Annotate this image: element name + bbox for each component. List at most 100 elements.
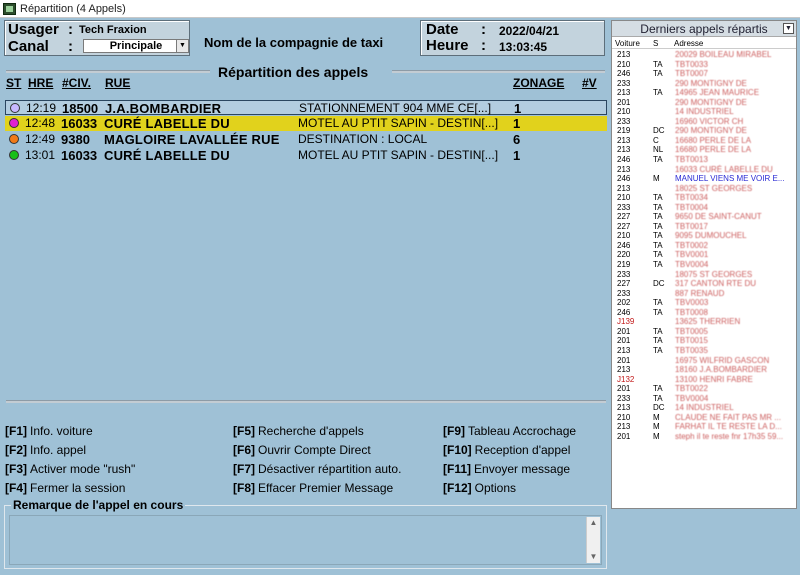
remark-textarea[interactable]: ▲ ▼ [9, 515, 602, 565]
col-header-adresse[interactable]: Adresse [674, 38, 703, 49]
fkey-f4[interactable]: [F4] Fermer la session [5, 481, 125, 495]
recent-dispatch-car: 201 [617, 336, 631, 346]
recent-dispatch-row[interactable]: 233 TA TBV0004 [612, 394, 796, 404]
recent-dispatch-row[interactable]: 213 TA 14965 JEAN MAURICE [612, 88, 796, 98]
fkey-f7[interactable]: [F7] Désactiver répartition auto. [233, 462, 401, 476]
recent-dispatch-address: TBT0033 [675, 59, 708, 69]
recent-dispatch-row[interactable]: 246 TA TBT0007 [612, 69, 796, 79]
col-header-v[interactable]: #V [582, 76, 597, 90]
fkey-code: [F4] [5, 481, 27, 495]
col-header-voiture[interactable]: Voiture [615, 38, 640, 49]
recent-dispatch-status: TA [653, 202, 663, 212]
recent-dispatch-row[interactable]: 246 TA TBT0002 [612, 241, 796, 251]
recent-dispatch-row[interactable]: 201 TA TBT0015 [612, 336, 796, 346]
recent-dispatch-row[interactable]: 201 16975 WILFRID GASCON [612, 356, 796, 366]
fkey-f2[interactable]: [F2] Info. appel [5, 443, 86, 457]
recent-dispatch-address: TBV0004 [675, 393, 709, 403]
recent-dispatch-row[interactable]: J139 13625 THERRIEN [612, 317, 796, 327]
recent-dispatch-row[interactable]: 210 14 INDUSTRIEL [612, 107, 796, 117]
call-civic: 16033 [61, 148, 98, 163]
heure-label: Heure [426, 37, 469, 54]
recent-dispatch-address: TBT0008 [675, 307, 708, 317]
recent-dispatch-row[interactable]: 233 18075 ST GEORGES [612, 270, 796, 280]
recent-dispatch-status: M [653, 174, 660, 184]
recent-dispatch-row[interactable]: 213 20029 BOILEAU MIRABEL [612, 50, 796, 60]
recent-dispatch-address: TBT0022 [675, 384, 708, 394]
recent-dispatch-row[interactable]: 246 TA TBT0013 [612, 155, 796, 165]
window-title-bar[interactable]: Répartition (4 Appels) [0, 0, 800, 18]
recent-dispatch-row[interactable]: 210 TA TBT0034 [612, 193, 796, 203]
fkey-code: [F1] [5, 424, 27, 438]
recent-dispatch-row[interactable]: 220 TA TBV0001 [612, 250, 796, 260]
recent-dispatch-car: 220 [617, 250, 631, 260]
fkey-f6[interactable]: [F6] Ouvrir Compte Direct [233, 443, 371, 457]
recent-dispatch-row[interactable]: 213 18025 ST GEORGES [612, 184, 796, 194]
scroll-track[interactable] [587, 529, 600, 551]
recent-dispatch-address: TBT0035 [675, 345, 708, 355]
chevron-down-icon[interactable]: ▼ [783, 23, 794, 34]
recent-dispatch-row[interactable]: 213 NL 16680 PERLE DE LA [612, 145, 796, 155]
recent-dispatch-car: 246 [617, 155, 631, 165]
call-row[interactable]: 12:48 16033 CURÉ LABELLE DU MOTEL AU PTI… [5, 116, 607, 131]
recent-dispatch-row[interactable]: 227 DC 317 CANTON RTE DU [612, 279, 796, 289]
recent-dispatch-row[interactable]: 213 16033 CURÉ LABELLE DU [612, 165, 796, 175]
call-row[interactable]: 12:19 18500 J.A.BOMBARDIER STATIONNEMENT… [5, 100, 607, 116]
recent-dispatch-row[interactable]: J132 13100 HENRI FABRE [612, 375, 796, 385]
recent-dispatch-row[interactable]: 202 TA TBV0003 [612, 298, 796, 308]
recent-dispatch-address: FARHAT IL TE RESTE LA D... [675, 422, 782, 432]
recent-dispatch-row[interactable]: 201 290 MONTIGNY DE [612, 98, 796, 108]
recent-dispatch-row[interactable]: 213 DC 14 INDUSTRIEL [612, 403, 796, 413]
recent-dispatch-row[interactable]: 227 TA TBT0017 [612, 222, 796, 232]
fkey-f12[interactable]: [F12] Options [443, 481, 516, 495]
col-header-zonage[interactable]: ZONAGE [513, 76, 564, 90]
recent-dispatch-row[interactable]: 210 TA 9095 DUMOUCHEL [612, 231, 796, 241]
fkey-f11[interactable]: [F11] Envoyer message [443, 462, 570, 476]
fkey-f5[interactable]: [F5] Recherche d'appels [233, 424, 364, 438]
recent-dispatches-dropdown[interactable]: Derniers appels répartis ▼ [612, 21, 796, 37]
fkey-f1[interactable]: [F1] Info. voiture [5, 424, 93, 438]
scroll-up-icon[interactable]: ▲ [587, 517, 600, 529]
recent-dispatch-car: 201 [617, 326, 631, 336]
col-header-rue[interactable]: RUE [105, 76, 130, 90]
recent-dispatch-row[interactable]: 213 M FARHAT IL TE RESTE LA D... [612, 422, 796, 432]
recent-dispatch-row[interactable]: 233 887 RENAUD [612, 289, 796, 299]
fkey-f10[interactable]: [F10] Reception d'appel [443, 443, 570, 457]
call-row[interactable]: 12:49 9380 MAGLOIRE LAVALLÉE RUE DESTINA… [5, 132, 607, 147]
canal-select[interactable]: Principale ▼ [83, 39, 189, 53]
recent-dispatch-row[interactable]: 213 18160 J.A.BOMBARDIER [612, 365, 796, 375]
fkey-label: Activer mode "rush" [30, 462, 136, 476]
call-civic: 18500 [62, 101, 99, 116]
recent-dispatch-row[interactable]: 201 TA TBT0005 [612, 327, 796, 337]
fkey-label: Effacer Premier Message [258, 481, 394, 495]
fkey-f9[interactable]: [F9] Tableau Accrochage [443, 424, 576, 438]
recent-dispatch-row[interactable]: 213 TA TBT0035 [612, 346, 796, 356]
recent-dispatch-row[interactable]: 201 TA TBT0022 [612, 384, 796, 394]
recent-dispatch-row[interactable]: 246 M MANUEL VIENS ME VOIR E... [612, 174, 796, 184]
recent-dispatch-row[interactable]: 233 290 MONTIGNY DE [612, 79, 796, 89]
recent-dispatch-row[interactable]: 219 TA TBV0004 [612, 260, 796, 270]
fkey-f8[interactable]: [F8] Effacer Premier Message [233, 481, 393, 495]
recent-dispatch-row[interactable]: 227 TA 9650 DE SAINT-CANUT [612, 212, 796, 222]
call-destination: MOTEL AU PTIT SAPIN - DESTIN[...] [298, 148, 499, 162]
scroll-down-icon[interactable]: ▼ [587, 551, 600, 563]
recent-dispatch-row[interactable]: 233 16960 VICTOR CH [612, 117, 796, 127]
recent-dispatch-row[interactable]: 246 TA TBT0008 [612, 308, 796, 318]
call-row[interactable]: 13:01 16033 CURÉ LABELLE DU MOTEL AU PTI… [5, 148, 607, 163]
recent-dispatch-address: TBT0002 [675, 240, 708, 250]
fkey-f3[interactable]: [F3] Activer mode "rush" [5, 462, 135, 476]
col-header-s[interactable]: S [653, 38, 658, 49]
col-header-st[interactable]: ST [6, 76, 21, 90]
col-header-civ[interactable]: #CIV. [62, 76, 91, 90]
remark-scrollbar[interactable]: ▲ ▼ [586, 517, 600, 563]
recent-dispatch-row[interactable]: 233 TA TBT0004 [612, 203, 796, 213]
fkey-code: [F5] [233, 424, 255, 438]
recent-dispatch-status: TA [653, 307, 663, 317]
recent-dispatch-row[interactable]: 213 C 16680 PERLE DE LA [612, 136, 796, 146]
recent-dispatch-row[interactable]: 201 Msteph il te reste fnr 17h35 59... [612, 432, 796, 442]
recent-dispatch-row[interactable]: 219 DC 290 MONTIGNY DE [612, 126, 796, 136]
recent-dispatch-car: 227 [617, 212, 631, 222]
recent-dispatch-row[interactable]: 210 TA TBT0033 [612, 60, 796, 70]
recent-dispatch-row[interactable]: 210 M CLAUDE NE FAIT PAS MR ... [612, 413, 796, 423]
chevron-down-icon[interactable]: ▼ [176, 40, 188, 52]
col-header-hre[interactable]: HRE [28, 76, 53, 90]
